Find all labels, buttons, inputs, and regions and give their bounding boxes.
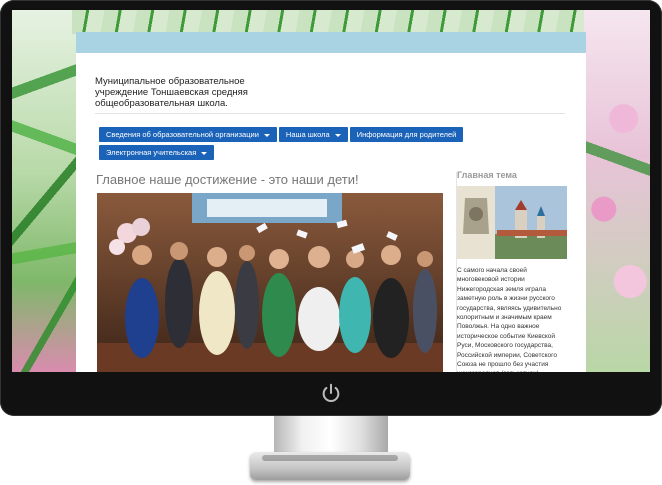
monitor-frame: Муниципальное образовательное учреждение…	[0, 0, 662, 416]
nav-item-label: Наша школа	[285, 130, 330, 139]
web-page: Муниципальное образовательное учреждение…	[76, 32, 586, 372]
graduation-photo	[97, 193, 443, 372]
chevron-down-icon	[263, 133, 270, 137]
site-title[interactable]: Муниципальное образовательное учреждение…	[95, 76, 295, 109]
title-divider	[95, 113, 565, 114]
main-headline: Главное наше достижение - это наши дети!	[96, 172, 359, 187]
chevron-down-icon	[334, 133, 341, 137]
nav-item-our-school[interactable]: Наша школа	[278, 127, 348, 142]
monitor-chin	[0, 372, 662, 416]
chevron-down-icon	[201, 151, 208, 155]
monitor-stand-shadow	[262, 455, 398, 461]
monitor-screen: Муниципальное образовательное учреждение…	[12, 10, 650, 372]
monitor-stand-neck	[274, 416, 388, 454]
power-icon[interactable]	[320, 382, 342, 404]
main-navigation: Сведения об образовательной организации Н…	[99, 127, 519, 163]
nizhny-novgorod-image	[457, 186, 567, 259]
sidebar-article-text: С самого начала своей многовековой истор…	[457, 267, 562, 372]
nav-item-electronic-teachers-room[interactable]: Электронная учительская	[99, 145, 215, 160]
background-leaves-left	[12, 10, 82, 372]
nav-item-label: Информация для родителей	[356, 130, 457, 139]
background-leaves-top	[72, 10, 592, 34]
nav-item-organization-info[interactable]: Сведения об образовательной организации	[99, 127, 277, 142]
page-top-bar	[76, 32, 586, 53]
nav-item-parents-info[interactable]: Информация для родителей	[349, 127, 464, 142]
nav-item-label: Сведения об образовательной организации	[106, 130, 259, 139]
nav-item-label: Электронная учительская	[106, 148, 197, 157]
sidebar-title: Главная тема	[457, 170, 517, 180]
background-flowers-right	[584, 10, 650, 372]
